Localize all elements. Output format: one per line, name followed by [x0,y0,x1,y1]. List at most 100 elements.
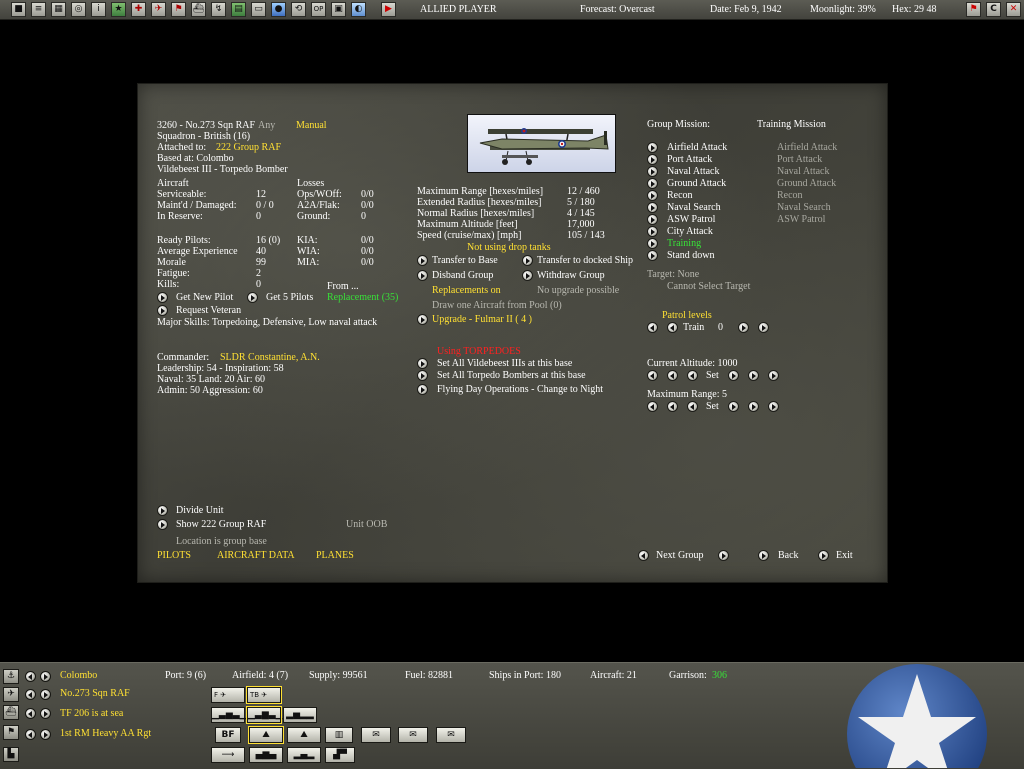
withdraw-arrow-icon[interactable] [522,270,533,281]
tab-pilots[interactable]: PILOTS [157,550,191,562]
buildings-icon[interactable]: ▄▆▄ [249,747,283,763]
prev-base-icon[interactable] [25,671,36,682]
mission-asw-patrol[interactable]: ASW Patrol [667,214,715,226]
get-5-pilots-arrow-icon[interactable] [247,292,258,303]
flying-day-arrow-icon[interactable] [417,384,428,395]
base-icon[interactable]: ★ [111,2,126,17]
planes-icon[interactable]: ◐ [351,2,366,17]
transfer-ship-arrow-icon[interactable] [522,255,533,266]
prev-ground-unit-icon[interactable] [25,729,36,740]
fighter-unit-icon[interactable]: F ✈ [211,687,245,703]
close-icon[interactable]: ✕ [1006,2,1021,17]
mission-arrow-icon[interactable] [647,190,658,201]
mission-arrow-icon[interactable] [647,226,658,237]
any-label[interactable]: Any [258,120,275,132]
replacement-label[interactable]: Replacement (35) [327,292,398,304]
training-port-attack[interactable]: Port Attack [777,154,822,166]
mail-icon[interactable]: ✉ [398,727,428,743]
cargo-icon[interactable]: ▭ [251,2,266,17]
turn-icon[interactable]: ■ [11,2,26,17]
disband-button[interactable]: Disband Group [432,270,493,282]
patrol-fast-right-icon[interactable] [758,322,769,333]
transfer-base-arrow-icon[interactable] [417,255,428,266]
flag-button[interactable]: ⚑ [966,2,981,17]
training-recon[interactable]: Recon [777,190,803,202]
alt-left-icon[interactable] [687,370,698,381]
range-set-button[interactable]: Set [706,401,719,413]
mission-naval-search[interactable]: Naval Search [667,202,721,214]
map-icon[interactable]: ▦ [51,2,66,17]
mission-port-attack[interactable]: Port Attack [667,154,712,166]
upgrade-arrow-icon[interactable] [417,314,428,325]
mission-arrow-icon[interactable] [647,142,658,153]
set-all-type-arrow-icon[interactable] [417,358,428,369]
globe-icon[interactable]: ● [271,2,286,17]
mission-arrow-icon[interactable] [647,250,658,261]
next-group-button[interactable]: Next Group [656,550,704,562]
patrol-right-icon[interactable] [738,322,749,333]
mission-naval-attack[interactable]: Naval Attack [667,166,719,178]
range-left-icon[interactable] [687,401,698,412]
mission-arrow-icon[interactable] [647,166,658,177]
warship-selected-icon[interactable]: ▁▃▆▃▁ [246,706,283,724]
upgrade-button[interactable]: Upgrade - Fulmar II ( 4 ) [432,314,532,326]
fortification-icon[interactable]: ▥ [325,727,353,743]
get-5-pilots-button[interactable]: Get 5 Pilots [266,292,313,304]
ship-icon[interactable]: ⛴ [191,2,206,17]
task-force-name[interactable]: TF 206 is at sea [60,708,123,720]
training-naval-attack[interactable]: Naval Attack [777,166,829,178]
show-group-arrow-icon[interactable] [157,519,168,530]
mission-arrow-icon[interactable] [647,214,658,225]
mission-recon[interactable]: Recon [667,190,693,202]
alt-fastest-left-icon[interactable] [647,370,658,381]
mission-ground-attack[interactable]: Ground Attack [667,178,726,190]
plane-icon[interactable]: ✈ [3,687,19,702]
next-base-icon[interactable] [40,671,51,682]
air-unit-name[interactable]: No.273 Sqn RAF [60,688,130,700]
intel-icon[interactable]: ◎ [71,2,86,17]
mission-arrow-icon[interactable] [647,178,658,189]
back-arrow-icon[interactable] [758,550,769,561]
range-right-icon[interactable] [728,401,739,412]
air-icon[interactable]: ✈ [151,2,166,17]
mission-arrow-icon[interactable] [647,154,658,165]
options-icon[interactable]: ▣ [331,2,346,17]
op-icon[interactable]: OP [311,2,326,17]
range-fast-right-icon[interactable] [748,401,759,412]
patrol-fast-left-icon[interactable] [647,322,658,333]
prev-group-icon[interactable] [638,550,649,561]
withdraw-button[interactable]: Withdraw Group [537,270,605,282]
drop-tanks-toggle[interactable]: Not using drop tanks [467,242,551,254]
request-veteran-arrow-icon[interactable] [157,305,168,316]
mission-city-attack[interactable]: City Attack [667,226,713,238]
anchor-icon[interactable]: ⚓ [3,669,19,684]
chart-icon[interactable]: ▤ [231,2,246,17]
next-group-icon[interactable] [718,550,729,561]
alt-fastest-right-icon[interactable] [768,370,779,381]
next-tf-icon[interactable] [40,708,51,719]
mail-icon[interactable]: ✉ [361,727,391,743]
vehicle-icon[interactable]: ▂▄▂ [287,747,321,763]
weapon-label[interactable]: Using TORPEDOES [437,346,521,358]
range-fastest-left-icon[interactable] [647,401,658,412]
tab-planes[interactable]: PLANES [316,550,354,562]
range-fastest-right-icon[interactable] [768,401,779,412]
ground-unit-icon[interactable]: ⛰ [248,726,284,744]
transfer-base-button[interactable]: Transfer to Base [432,255,498,267]
set-all-torpedo-button[interactable]: Set All Torpedo Bombers at this base [437,370,586,382]
disband-arrow-icon[interactable] [417,270,428,281]
mission-arrow-icon[interactable] [647,238,658,249]
training-naval-search[interactable]: Naval Search [777,202,831,214]
torpedo-bomber-unit-icon[interactable]: TB ✈ [246,686,282,704]
manual-label[interactable]: Manual [296,120,327,132]
mission-arrow-icon[interactable] [647,202,658,213]
range-fast-left-icon[interactable] [667,401,678,412]
prev-air-unit-icon[interactable] [25,689,36,700]
bf-unit-icon[interactable]: BF [215,727,241,743]
replacements-toggle[interactable]: Replacements on [432,285,501,297]
mail-icon[interactable]: ✉ [436,727,466,743]
replay-icon[interactable]: ⟲ [291,2,306,17]
flag-icon[interactable]: ⚑ [171,2,186,17]
set-all-type-button[interactable]: Set All Vildebeest IIIs at this base [437,358,572,370]
unit-oob-button[interactable]: Unit OOB [346,519,387,531]
